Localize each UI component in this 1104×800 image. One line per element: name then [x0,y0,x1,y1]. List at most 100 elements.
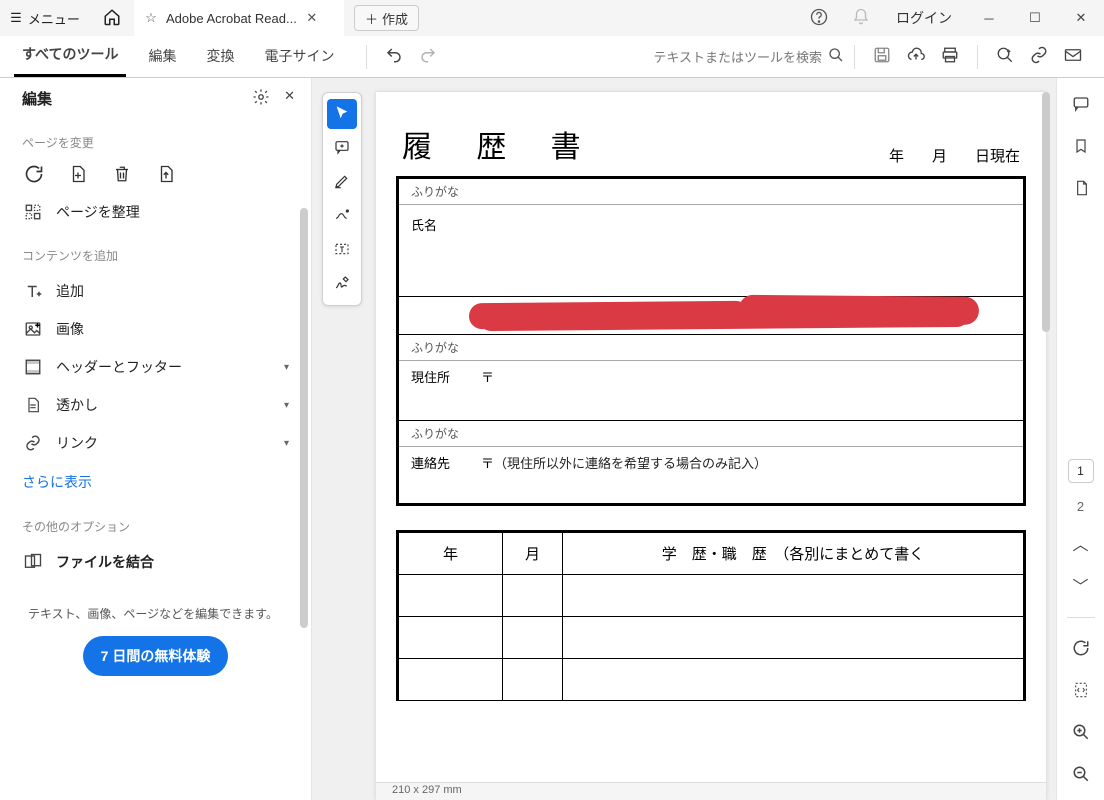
rotate-view-button[interactable] [1067,636,1095,664]
image-icon [22,320,44,338]
zoom-in-button[interactable] [1067,720,1095,748]
tab-all-tools[interactable]: すべてのツール [14,36,126,77]
organize-icon [22,203,44,221]
delete-page-button[interactable] [110,163,134,187]
notifications-button[interactable] [840,0,882,36]
insert-page-button[interactable] [66,163,90,187]
floating-toolbar [322,92,362,306]
page-total: 2 [1067,497,1095,515]
undo-button[interactable] [377,40,411,74]
page-down-button[interactable]: ﹀ [1067,571,1095,599]
tab-sign[interactable]: 電子サイン [256,38,342,76]
comment-icon [1072,95,1090,118]
show-more-link[interactable]: さらに表示 [0,462,311,502]
page-up-button[interactable]: ︿ [1067,529,1095,557]
sidebar-item-watermark[interactable]: 透かし ▾ [0,386,311,424]
section-add-content: コンテンツを追加 [0,231,311,272]
rotate-button[interactable] [22,163,46,187]
chevron-down-icon: ▾ [284,362,289,373]
help-button[interactable] [798,0,840,36]
menu-button[interactable]: ☰ メニュー [0,0,90,36]
combine-icon [22,553,44,571]
tab-convert[interactable]: 変換 [198,38,242,76]
main-area: 編集 ✕ ページを変更 ページを整理 コンテンツを追加 追加 画 [0,78,1104,800]
rotate-icon [24,164,44,187]
link-icon [1030,46,1048,67]
star-icon[interactable]: ☆ [142,10,160,26]
bookmark-icon [1073,137,1089,160]
login-button[interactable]: ログイン [882,8,966,28]
left-panel: 編集 ✕ ページを変更 ページを整理 コンテンツを追加 追加 画 [0,78,312,800]
select-tool[interactable] [327,99,357,129]
minimize-icon: ─ [984,11,993,26]
sidebar-item-combine[interactable]: ファイルを結合 [0,543,311,581]
page-extract-icon [157,164,175,187]
name-row: 氏名 [399,205,1023,297]
ai-button[interactable] [988,40,1022,74]
share-link-button[interactable] [1022,40,1056,74]
print-button[interactable] [933,40,967,74]
chevron-down-icon: ﹀ [1072,573,1088,597]
close-panel-button[interactable]: ✕ [284,88,295,109]
sidebar-item-link[interactable]: リンク ▾ [0,424,311,462]
current-page-indicator[interactable]: 1 [1068,459,1094,483]
fit-page-button[interactable] [1067,678,1095,706]
sidebar-item-organize[interactable]: ページを整理 [0,193,311,231]
document-viewport: 履 歴 書 年 月 日現在 ふりがな 氏名 年 月 日生 （満 歳） [312,78,1056,800]
document-page[interactable]: 履 歴 書 年 月 日現在 ふりがな 氏名 年 月 日生 （満 歳） [376,92,1046,800]
bookmarks-panel-button[interactable] [1067,134,1095,162]
chevron-down-icon: ▾ [284,400,289,411]
home-icon [103,8,121,29]
draw-tool[interactable] [327,201,357,231]
cloud-button[interactable] [899,40,933,74]
sidebar-item-add-text[interactable]: 追加 [0,272,311,310]
chevron-up-icon: ︿ [1072,531,1088,555]
settings-button[interactable] [252,88,270,109]
left-scrollbar[interactable] [300,208,308,628]
highlight-icon [334,173,350,192]
cloud-upload-icon [906,46,926,67]
doc-date: 年 月 日現在 [889,145,1020,166]
undo-icon [385,46,403,67]
tab-edit[interactable]: 編集 [140,38,184,76]
comment-tool[interactable] [327,133,357,163]
sign-tool[interactable] [327,269,357,299]
thumbnails-panel-button[interactable] [1067,176,1095,204]
red-annotation [479,303,969,331]
close-window-button[interactable]: ✕ [1058,0,1104,36]
doc-title: 履 歴 書 [402,122,599,166]
save-icon [873,46,891,67]
panel-title: 編集 [22,88,52,109]
create-button[interactable]: ＋ 作成 [354,5,419,31]
sidebar-item-header-footer[interactable]: ヘッダーとフッター ▾ [0,348,311,386]
maximize-button[interactable]: ☐ [1012,0,1058,36]
page-insert-icon [69,164,87,187]
email-button[interactable] [1056,40,1090,74]
document-tab[interactable]: ☆ Adobe Acrobat Read... ✕ [134,0,344,36]
trial-button[interactable]: 7 日間の無料体験 [83,636,229,676]
mail-icon [1064,46,1082,67]
page-icon [1073,179,1089,202]
redo-button[interactable] [411,40,445,74]
textbox-icon [334,241,350,260]
document-scrollbar[interactable] [1042,92,1050,332]
save-button[interactable] [865,40,899,74]
furigana-3: ふりがな [399,421,1023,447]
extract-page-button[interactable] [154,163,178,187]
minimize-button[interactable]: ─ [966,0,1012,36]
close-icon: ✕ [284,88,295,103]
print-icon [941,46,959,67]
hist-year-header: 年 [399,533,503,574]
name-label: 氏名 [411,218,437,233]
status-bar: 210 x 297 mm [376,782,1046,800]
zoom-out-button[interactable] [1067,762,1095,790]
tab-close-icon[interactable]: ✕ [303,10,321,26]
comments-panel-button[interactable] [1067,92,1095,120]
highlight-tool[interactable] [327,167,357,197]
zoom-out-icon [1072,765,1090,788]
search-box[interactable]: テキストまたはツールを検索 [653,47,844,66]
textbox-tool[interactable] [327,235,357,265]
fit-page-icon [1073,681,1089,704]
sidebar-item-image[interactable]: 画像 [0,310,311,348]
home-button[interactable] [90,0,134,36]
